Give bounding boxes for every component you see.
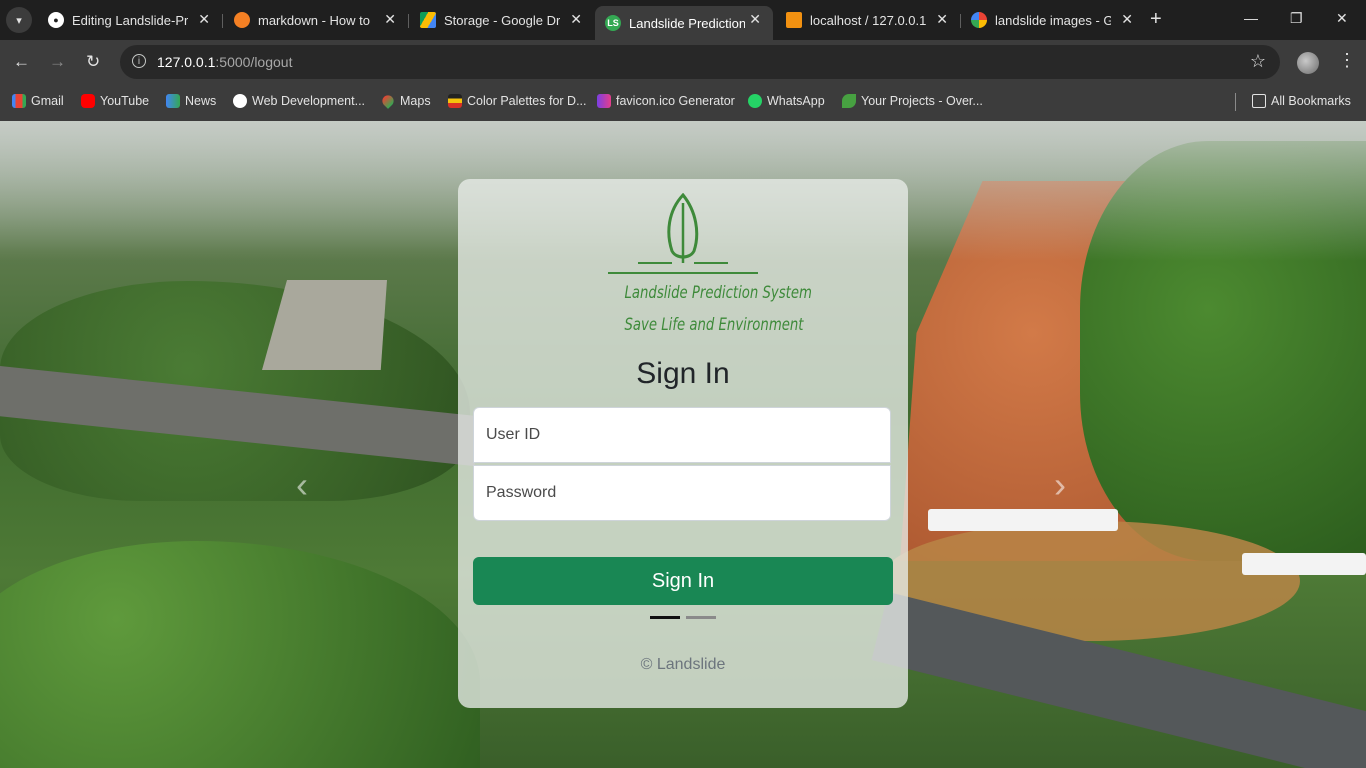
carousel-indicator-2[interactable] — [686, 616, 716, 619]
address-bar[interactable]: i 127.0.0.1:5000/logout ☆ — [120, 45, 1280, 79]
bookmark-whatsapp[interactable]: WhatsApp — [748, 94, 825, 108]
tab-title: Storage - Google Drive — [444, 12, 560, 28]
all-bookmarks[interactable]: All Bookmarks — [1252, 94, 1351, 108]
stackoverflow-icon — [234, 12, 250, 28]
url-text[interactable]: 127.0.0.1:5000/logout — [157, 54, 292, 70]
github-icon: ● — [48, 12, 64, 28]
carousel-prev-icon[interactable]: ‹ — [296, 467, 308, 503]
reload-icon[interactable]: ↻ — [86, 52, 100, 72]
maps-icon — [380, 93, 396, 109]
youtube-icon — [81, 94, 95, 108]
overleaf-icon — [842, 94, 856, 108]
carousel-next-icon[interactable]: › — [1054, 467, 1066, 503]
tab-landslide-images[interactable]: landslide images - Google ✕ — [961, 6, 1145, 34]
login-card: Landslide Prediction System Save Life an… — [458, 179, 908, 708]
bookmark-label: Gmail — [31, 94, 64, 108]
tab-title: Landslide Prediction — [629, 15, 745, 31]
close-icon[interactable]: ✕ — [749, 11, 761, 28]
more-menu-icon[interactable]: ⋮ — [1338, 50, 1356, 71]
bookmark-favicon-generator[interactable]: favicon.ico Generator — [597, 94, 735, 108]
bookmark-gmail[interactable]: Gmail — [12, 94, 64, 108]
logo-title: Landslide Prediction System — [624, 283, 812, 303]
tab-phpmyadmin[interactable]: localhost / 127.0.0.1 / ... ✕ — [776, 6, 961, 34]
tab-title: landslide images - Google — [995, 12, 1111, 28]
logo-tagline: Save Life and Environment — [624, 315, 804, 335]
site-info-icon[interactable]: i — [132, 54, 146, 68]
new-tab-icon[interactable]: + — [1150, 8, 1162, 30]
bookmark-color-palettes[interactable]: Color Palettes for D... — [448, 94, 587, 108]
browser-toolbar: ← → ↻ i 127.0.0.1:5000/logout ☆ ⋮ — [0, 40, 1366, 85]
signin-button[interactable]: Sign In — [473, 557, 893, 605]
carousel-indicator-1[interactable] — [650, 616, 680, 619]
bookmarks-separator — [1235, 93, 1236, 111]
tab-google-drive[interactable]: Storage - Google Drive ✕ — [410, 6, 594, 34]
profile-avatar[interactable] — [1297, 52, 1319, 74]
close-icon[interactable]: ✕ — [384, 11, 396, 28]
folder-icon — [1252, 94, 1266, 108]
bookmark-your-projects[interactable]: Your Projects - Over... — [842, 94, 983, 108]
signin-heading: Sign In — [636, 357, 730, 390]
bookmark-label: Maps — [400, 94, 431, 108]
password-input[interactable] — [473, 465, 891, 521]
url-path: :5000/logout — [215, 54, 293, 70]
close-icon[interactable]: ✕ — [936, 11, 948, 28]
all-bookmarks-label: All Bookmarks — [1271, 94, 1351, 108]
tab-separator — [408, 14, 409, 28]
restore-icon[interactable]: ❐ — [1290, 10, 1303, 27]
google-drive-icon — [420, 12, 436, 28]
bookmark-label: News — [185, 94, 217, 108]
tab-editing-landslide[interactable]: ● Editing Landslide-Prediction ✕ — [38, 6, 223, 34]
bookmark-youtube[interactable]: YouTube — [81, 94, 149, 108]
phpmyadmin-icon — [786, 12, 802, 28]
bookmark-label: Color Palettes for D... — [467, 94, 587, 108]
bookmark-news[interactable]: News — [166, 94, 216, 108]
gmail-icon — [12, 94, 26, 108]
web-development-icon — [233, 94, 247, 108]
tab-strip: ▾ ● Editing Landslide-Prediction ✕ markd… — [0, 0, 1366, 40]
bookmark-web-development[interactable]: Web Development... — [233, 94, 365, 108]
close-icon[interactable]: ✕ — [198, 11, 210, 28]
google-icon — [971, 12, 987, 28]
bookmark-maps[interactable]: Maps — [380, 93, 431, 109]
bookmark-label: Web Development... — [252, 94, 366, 108]
bookmark-star-icon[interactable]: ☆ — [1250, 51, 1266, 72]
favicon-generator-icon — [597, 94, 611, 108]
bookmark-label: WhatsApp — [767, 94, 825, 108]
forward-icon[interactable]: → — [49, 52, 66, 72]
tab-title: localhost / 127.0.0.1 / ... — [810, 12, 926, 28]
user-id-input[interactable] — [473, 407, 891, 463]
page-background: ‹ › Landslide Prediction System Save Lif… — [0, 121, 1366, 768]
close-icon[interactable]: ✕ — [1121, 11, 1133, 28]
tab-title: markdown - How to add — [258, 12, 374, 28]
bookmark-label: favicon.ico Generator — [616, 94, 735, 108]
bookmark-label: YouTube — [100, 94, 150, 108]
truck — [928, 509, 1118, 531]
tab-search-button[interactable]: ▾ — [6, 7, 32, 33]
forest-slope-left — [0, 541, 480, 768]
bookmark-label: Your Projects - Over... — [861, 94, 983, 108]
news-icon — [166, 94, 180, 108]
window-close-icon[interactable]: ✕ — [1336, 10, 1348, 27]
url-host: 127.0.0.1 — [157, 54, 216, 70]
bookmarks-bar: Gmail YouTube News Web Development... Ma… — [0, 85, 1366, 122]
tab-markdown[interactable]: markdown - How to add ✕ — [224, 6, 409, 34]
tab-landslide-prediction[interactable]: LS Landslide Prediction ✕ — [595, 6, 773, 40]
tab-separator — [222, 14, 223, 28]
footer-copyright: © Landslide — [640, 656, 726, 673]
whatsapp-icon — [748, 94, 762, 108]
landslide-favicon: LS — [605, 15, 621, 31]
back-icon[interactable]: ← — [13, 52, 30, 72]
close-icon[interactable]: ✕ — [570, 11, 582, 28]
color-palettes-icon — [448, 94, 462, 108]
truck — [1242, 553, 1366, 575]
tab-title: Editing Landslide-Prediction — [72, 12, 188, 28]
minimize-icon[interactable]: — — [1244, 10, 1258, 26]
